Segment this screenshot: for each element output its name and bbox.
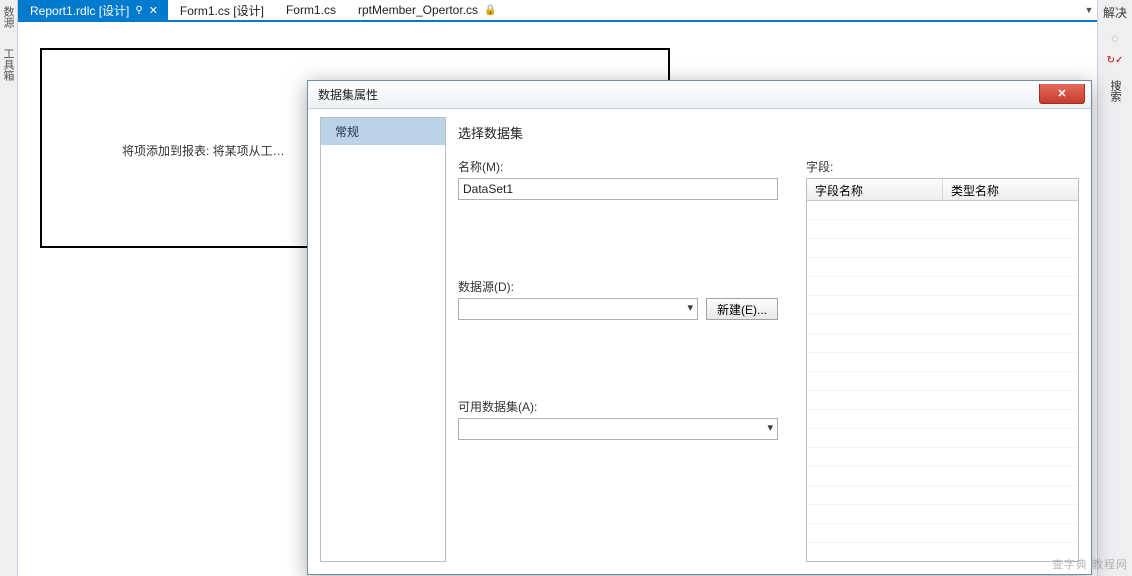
tab-rptmember[interactable]: rptMember_Opertor.cs 🔒 — [346, 0, 507, 20]
toolbox-tab-vertical[interactable]: 工具箱 — [0, 48, 16, 81]
tab-close-button[interactable]: ✕ — [149, 4, 158, 17]
fields-table-header: 字段名称 类型名称 — [807, 179, 1078, 201]
tab-label: Form1.cs — [286, 3, 336, 17]
section-title: 选择数据集 — [458, 123, 1079, 142]
tab-label: Report1.rdlc [设计] — [30, 2, 129, 19]
tab-form1-design[interactable]: Form1.cs [设计] — [168, 0, 274, 20]
sidebar-item-general[interactable]: 常规 — [321, 118, 445, 145]
dialog-main-panel: 选择数据集 名称(M): 数据源(D): — [458, 117, 1079, 562]
gear-icon[interactable]: ◌ — [1111, 31, 1118, 45]
datasource-tab-vertical[interactable]: 数源 — [0, 6, 16, 28]
design-hint-text: 将项添加到报表: 将某项从工… — [122, 142, 285, 159]
fields-table-body[interactable] — [807, 201, 1078, 561]
dialog-body: 常规 选择数据集 名称(M): 数据源(D): — [308, 109, 1091, 574]
document-tabs: Report1.rdlc [设计] ⚲ ✕ Form1.cs [设计] Form… — [18, 0, 1097, 22]
fields-table[interactable]: 字段名称 类型名称 — [806, 178, 1079, 562]
tab-label: Form1.cs [设计] — [180, 2, 264, 19]
available-datasets-select[interactable] — [458, 418, 778, 440]
pin-icon[interactable]: ⚲ — [135, 5, 142, 16]
tab-form1-cs[interactable]: Form1.cs — [274, 0, 346, 20]
dataset-properties-dialog: 数据集属性 ✕ 常规 选择数据集 名称(M): 数据源(D): — [307, 80, 1092, 575]
fields-col-type[interactable]: 类型名称 — [943, 179, 1078, 200]
solution-explorer-label[interactable]: 解决 — [1103, 4, 1127, 21]
dataset-name-input[interactable] — [458, 178, 778, 200]
dialog-titlebar[interactable]: 数据集属性 ✕ — [308, 81, 1091, 109]
fields-col-name[interactable]: 字段名称 — [807, 179, 943, 200]
right-panel-strip: 解决 ◌ ↻✓ 搜索 — [1097, 0, 1132, 576]
name-label: 名称(M): — [458, 158, 778, 175]
tabs-overflow-dropdown[interactable]: ▼ — [1081, 0, 1097, 20]
tab-label: rptMember_Opertor.cs — [358, 3, 478, 17]
sidebar-item-label: 常规 — [335, 125, 359, 139]
left-vertical-toolbar: 数源 工具箱 — [0, 0, 18, 576]
datasource-label: 数据源(D): — [458, 278, 778, 295]
available-datasets-label: 可用数据集(A): — [458, 398, 778, 415]
lock-icon: 🔒 — [484, 5, 496, 16]
dialog-title: 数据集属性 — [318, 86, 378, 103]
datasource-select[interactable] — [458, 298, 698, 320]
dialog-close-button[interactable]: ✕ — [1039, 84, 1085, 104]
search-panel-label[interactable]: 搜索 — [1107, 80, 1123, 102]
refresh-icon[interactable]: ↻✓ — [1107, 55, 1124, 66]
new-datasource-button[interactable]: 新建(E)... — [706, 298, 778, 320]
fields-label: 字段: — [806, 158, 1079, 175]
watermark: 查字典 教程网 — [1052, 556, 1128, 572]
tab-report-rdlc[interactable]: Report1.rdlc [设计] ⚲ ✕ — [18, 0, 168, 20]
dialog-sidebar: 常规 — [320, 117, 446, 562]
